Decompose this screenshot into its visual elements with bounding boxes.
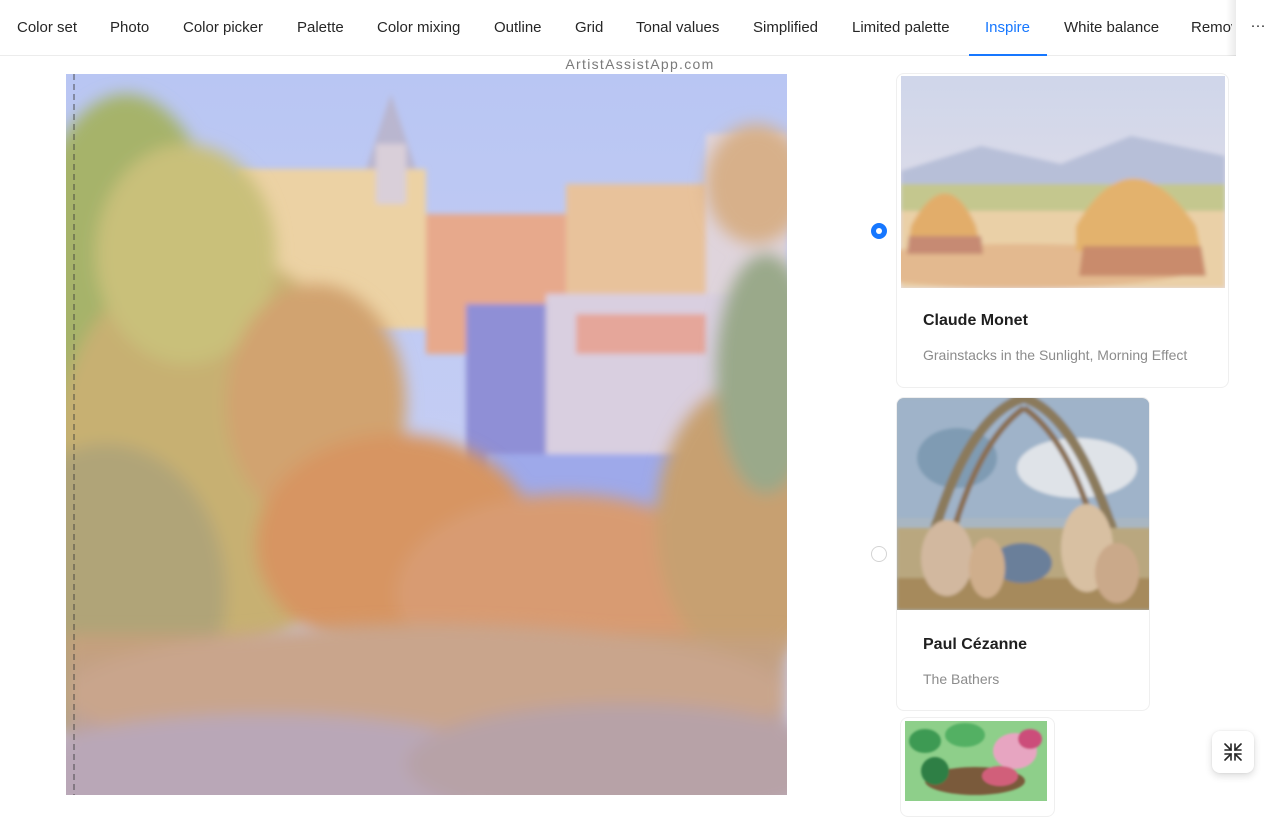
tab-white-balance[interactable]: White balance bbox=[1064, 0, 1159, 56]
painting-image bbox=[0, 74, 846, 817]
monet-painting-thumbnail bbox=[901, 76, 1225, 288]
tab-palette[interactable]: Palette bbox=[297, 0, 344, 56]
tab-color-set[interactable]: Color set bbox=[17, 0, 77, 56]
tab-limited-palette[interactable]: Limited palette bbox=[852, 0, 950, 56]
compress-icon bbox=[1224, 743, 1242, 761]
tab-outline[interactable]: Outline bbox=[494, 0, 542, 56]
third-painting-thumbnail bbox=[905, 721, 1047, 801]
more-tabs-button[interactable]: ··· bbox=[1236, 0, 1280, 56]
artwork-title-cezanne: The Bathers bbox=[923, 671, 1000, 687]
tab-grid[interactable]: Grid bbox=[575, 0, 603, 56]
tab-color-mixing[interactable]: Color mixing bbox=[377, 0, 460, 56]
artwork-card-cezanne[interactable]: Paul Cézanne The Bathers bbox=[896, 397, 1150, 711]
artwork-card-monet[interactable]: Claude Monet Grainstacks in the Sunlight… bbox=[896, 73, 1229, 388]
tab-simplified[interactable]: Simplified bbox=[753, 0, 818, 56]
tab-inspire[interactable]: Inspire bbox=[985, 0, 1030, 56]
fullscreen-exit-button[interactable] bbox=[1212, 731, 1254, 773]
artwork-artist-cezanne: Paul Cézanne bbox=[923, 636, 1028, 653]
active-tab-indicator bbox=[969, 54, 1047, 56]
tab-tonal-values[interactable]: Tonal values bbox=[636, 0, 719, 56]
artwork-radio-monet[interactable] bbox=[871, 223, 887, 239]
tab-overflow-shadow bbox=[1226, 0, 1236, 56]
tab-bar: Color set Photo Color picker Palette Col… bbox=[0, 0, 1280, 56]
cezanne-painting-thumbnail bbox=[897, 398, 1149, 610]
tab-photo[interactable]: Photo bbox=[110, 0, 149, 56]
painting-preview bbox=[0, 74, 846, 817]
artwork-radio-cezanne[interactable] bbox=[871, 546, 887, 562]
ellipsis-icon: ··· bbox=[1250, 17, 1266, 34]
tab-color-picker[interactable]: Color picker bbox=[183, 0, 263, 56]
artwork-title-monet: Grainstacks in the Sunlight, Morning Eff… bbox=[923, 347, 1188, 363]
artwork-card-third[interactable] bbox=[900, 717, 1055, 817]
artwork-artist-monet: Claude Monet bbox=[923, 312, 1028, 329]
watermark: ArtistAssistApp.com bbox=[565, 56, 715, 72]
tab-list: Color set Photo Color picker Palette Col… bbox=[0, 0, 1232, 56]
